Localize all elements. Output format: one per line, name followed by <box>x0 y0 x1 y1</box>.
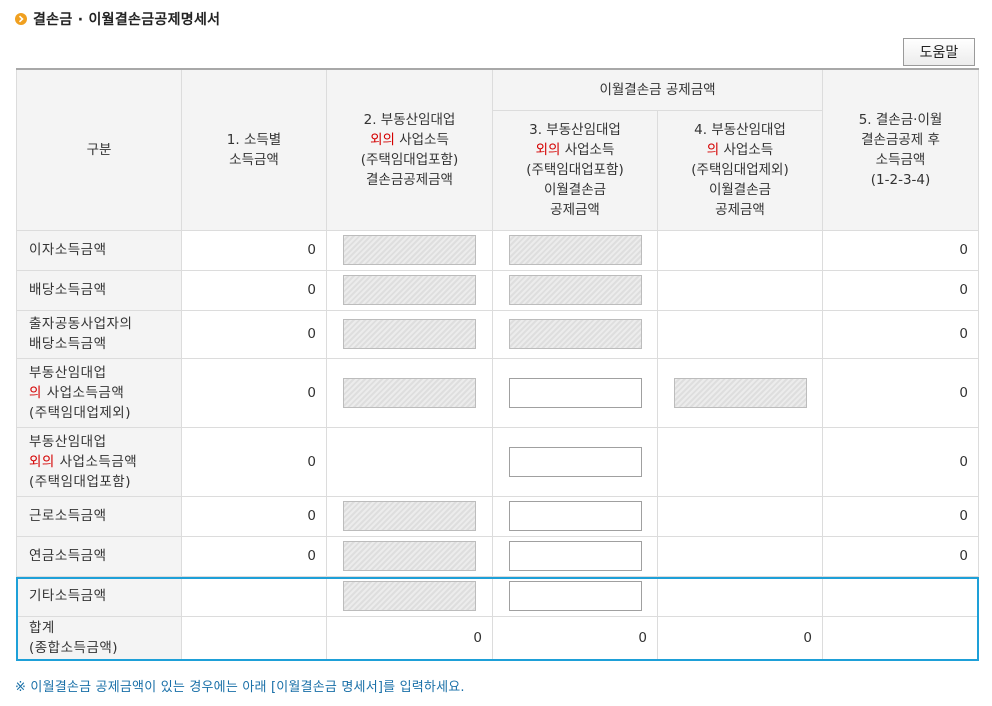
header-col1: 1. 소득별 소득금액 <box>181 68 327 231</box>
header-col4: 4. 부동산임대업 의 사업소득 (주택임대업제외) 이월결손금 공제금액 <box>656 109 824 231</box>
row-label: 부동산임대업 외의 사업소득금액 (주택임대업포함) <box>16 426 182 497</box>
table-row: 이자소득금액 0 0 <box>16 229 980 271</box>
post-deduction-amount: 0 <box>822 229 980 271</box>
header-carryover-group: 이월결손금 공제금액 <box>491 68 824 111</box>
total-income-amount <box>181 615 327 661</box>
empty-cell <box>656 495 824 537</box>
table-row: 근로소득금액 0 0 <box>16 495 980 537</box>
chevron-right-icon <box>15 13 27 25</box>
deficit-deduction-input <box>343 275 476 305</box>
table-row: 배당소득금액 0 0 <box>16 269 980 311</box>
carryover-deduction-input[interactable] <box>508 581 642 611</box>
table-row: 부동산임대업 의 사업소득금액 (주택임대업제외) 0 0 <box>16 357 980 428</box>
post-deduction-amount: 0 <box>822 535 980 577</box>
header-col3: 3. 부동산임대업 외의 사업소득 (주택임대업포함) 이월결손금 공제금액 <box>492 109 658 231</box>
row-label: 연금소득금액 <box>16 535 182 577</box>
table-row: 부동산임대업 외의 사업소득금액 (주택임대업포함) 0 0 <box>16 426 980 497</box>
header-col2: 2. 부동산임대업 외의 사업소득 (주택임대업포함) 결손금공제금액 <box>326 68 493 231</box>
empty-cell <box>656 535 824 577</box>
empty-cell <box>656 309 824 359</box>
carryover-deduction-input <box>508 275 642 305</box>
deficit-deduction-input <box>343 235 476 265</box>
row-label: 근로소득금액 <box>16 495 182 537</box>
carryover-deduction-input[interactable] <box>508 446 642 477</box>
header-col5: 5. 결손금·이월 결손금공제 후 소득금액 (1-2-3-4) <box>822 68 980 231</box>
carryover-deduction-input[interactable] <box>508 501 642 531</box>
income-amount: 0 <box>181 309 327 359</box>
deficit-deduction-input <box>343 377 476 408</box>
empty-cell <box>656 575 824 617</box>
income-amount: 0 <box>181 269 327 311</box>
post-deduction-amount <box>822 575 980 617</box>
income-amount <box>181 575 327 617</box>
post-deduction-amount: 0 <box>822 495 980 537</box>
page-title-bar: 결손금 · 이월결손금공제명세서 <box>15 9 220 29</box>
income-amount: 0 <box>181 495 327 537</box>
total-post-deduction-amount <box>822 615 980 661</box>
row-label: 이자소득금액 <box>16 229 182 271</box>
carryover-deduction-input[interactable] <box>508 377 642 408</box>
header-gubun: 구분 <box>16 68 182 231</box>
empty-cell <box>656 426 824 497</box>
empty-cell <box>326 426 493 497</box>
total-carryover-deduction: 0 <box>492 615 658 661</box>
table-row: 기타소득금액 <box>16 575 980 617</box>
total-deficit-deduction: 0 <box>326 615 493 661</box>
info-note: ※ 이월결손금 공제금액이 있는 경우에는 아래 [이월결손금 명세서]를 입력… <box>15 680 465 695</box>
total-rental-carryover-deduction: 0 <box>656 615 824 661</box>
row-label: 배당소득금액 <box>16 269 182 311</box>
carryover-deduction-input[interactable] <box>508 541 642 571</box>
income-amount: 0 <box>181 535 327 577</box>
deficit-deduction-input <box>343 319 476 349</box>
row-label: 기타소득금액 <box>16 575 182 617</box>
carryover-deduction-input <box>508 319 642 349</box>
help-button[interactable]: 도움말 <box>903 38 975 66</box>
post-deduction-amount: 0 <box>822 269 980 311</box>
income-amount: 0 <box>181 357 327 428</box>
deficit-deduction-input <box>343 541 476 571</box>
deficit-deduction-input <box>343 581 476 611</box>
post-deduction-amount: 0 <box>822 426 980 497</box>
table-row: 연금소득금액 0 0 <box>16 535 980 577</box>
empty-cell <box>656 229 824 271</box>
post-deduction-amount: 0 <box>822 357 980 428</box>
total-row: 합계 (종합소득금액) 0 0 0 <box>16 615 980 661</box>
table-row: 출자공동사업자의 배당소득금액 0 0 <box>16 309 980 359</box>
deficit-deduction-input <box>343 501 476 531</box>
page-title: 결손금 · 이월결손금공제명세서 <box>33 12 221 28</box>
income-amount: 0 <box>181 426 327 497</box>
rental-carryover-deduction-input <box>673 377 807 408</box>
row-label: 부동산임대업 의 사업소득금액 (주택임대업제외) <box>16 357 182 428</box>
income-amount: 0 <box>181 229 327 271</box>
row-label: 출자공동사업자의 배당소득금액 <box>16 309 182 359</box>
empty-cell <box>656 269 824 311</box>
row-label: 합계 (종합소득금액) <box>16 615 182 661</box>
carryover-deduction-input <box>508 235 642 265</box>
post-deduction-amount: 0 <box>822 309 980 359</box>
deficit-deduction-table: 구분 1. 소득별 소득금액 2. 부동산임대업 외의 사업소득 (주택임대업포함… <box>16 68 980 661</box>
